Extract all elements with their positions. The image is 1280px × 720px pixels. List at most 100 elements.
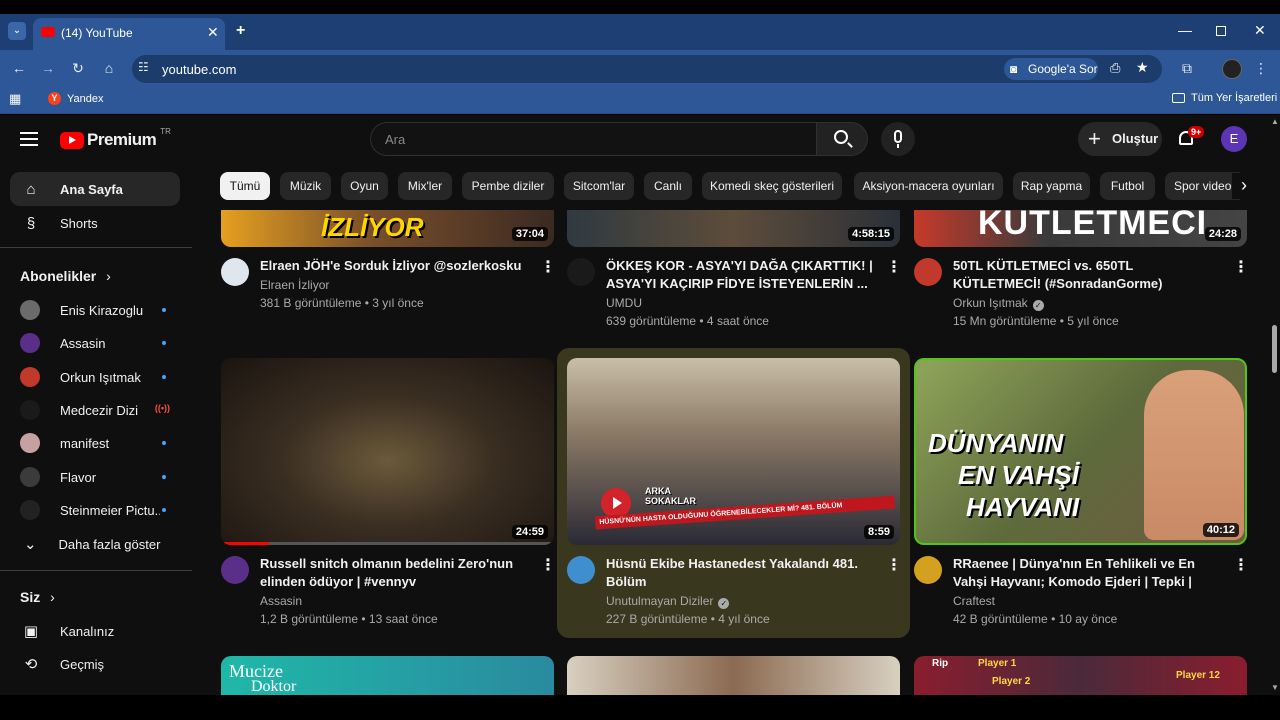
video-title[interactable]: ÖKKEŞ KOR - ASYA'YI DAĞA ÇIKARTTIK! | AS… <box>606 257 876 293</box>
video-thumbnail[interactable]: 24:59 <box>221 358 554 545</box>
channel-name[interactable]: Unutulmayan Diziler ✓ <box>606 594 730 609</box>
site-info-icon[interactable]: ☷ <box>138 60 149 74</box>
filter-chip[interactable]: Spor video <box>1165 172 1240 200</box>
video-title[interactable]: Elraen JÖH'e Sorduk İzliyor @sozlerkosku <box>260 257 530 275</box>
forward-icon[interactable]: → <box>38 58 58 78</box>
filter-chip[interactable]: Komedi skeç gösterileri <box>702 172 842 200</box>
video-title[interactable]: Russell snitch olmanın bedelini Zero'nun… <box>260 555 530 591</box>
more-actions-icon[interactable]: ⋮ <box>540 260 556 276</box>
reactor-face <box>1144 370 1244 540</box>
filter-chip[interactable]: Pembe diziler <box>462 172 554 200</box>
video-meta: 227 B görüntüleme • 4 yıl önce <box>606 612 770 626</box>
more-actions-icon[interactable]: ⋮ <box>1233 558 1249 574</box>
thumb-text: Rip <box>932 658 949 669</box>
channel-avatar[interactable] <box>567 258 595 286</box>
sidebar-item-home[interactable]: ⌂ Ana Sayfa <box>10 172 180 206</box>
profile-avatar[interactable] <box>1222 59 1242 79</box>
scrollbar-thumb[interactable] <box>1272 325 1277 373</box>
reload-icon[interactable]: ↻ <box>68 58 88 78</box>
you-title: Siz <box>20 589 41 605</box>
video-thumbnail[interactable]: Rip Player 1 Player 2 Player 12 <box>914 656 1247 695</box>
logo-text: Premium <box>87 130 157 149</box>
restore-icon[interactable] <box>1216 26 1226 36</box>
sidebar-subscription-item[interactable]: Flavor <box>10 460 180 494</box>
window-close-icon[interactable]: ✕ <box>1254 22 1266 39</box>
sidebar-subscription-item[interactable]: manifest <box>10 426 180 460</box>
sidebar-item-your-channel[interactable]: ▣ Kanalınız <box>10 614 180 648</box>
hamburger-menu-icon[interactable] <box>20 128 38 150</box>
more-actions-icon[interactable]: ⋮ <box>540 558 556 574</box>
video-thumbnail[interactable]: Mucize Doktor <box>221 656 554 695</box>
channel-name[interactable]: Craftest <box>953 594 995 608</box>
new-tab-icon[interactable]: + <box>236 22 245 40</box>
notification-badge: 9+ <box>1188 126 1205 138</box>
sidebar-subscription-item[interactable]: Enis Kirazoglu <box>10 293 180 327</box>
channel-name[interactable]: UMDU <box>606 296 642 310</box>
sidebar-subscription-item[interactable]: Medcezir Dizi ((•)) <box>10 393 180 427</box>
youtube-logo[interactable]: Premium TR <box>60 127 171 151</box>
subscriptions-header[interactable]: Abonelikler › <box>20 268 111 284</box>
channel-name[interactable]: Orkun Işıtmak ✓ <box>953 296 1044 311</box>
more-actions-icon[interactable]: ⋮ <box>1233 260 1249 276</box>
bookmark-yandex[interactable]: Y Yandex <box>48 92 104 105</box>
install-app-icon[interactable]: ⎙ <box>1110 60 1120 76</box>
more-actions-icon[interactable]: ⋮ <box>886 558 902 574</box>
thumb-text-line3: HAYVANI <box>966 492 1080 522</box>
video-title[interactable]: 50TL KÜTLETMECİ vs. 650TL KÜTLETMECİ! (#… <box>953 257 1223 293</box>
channel-name[interactable]: Elraen İzliyor <box>260 278 329 292</box>
sidebar-shorts-label: Shorts <box>60 215 98 231</box>
notifications-button[interactable]: 9+ <box>1174 126 1205 152</box>
minimize-icon[interactable]: — <box>1178 22 1192 38</box>
browser-menu-icon[interactable]: ⋮ <box>1251 58 1271 78</box>
channel-avatar[interactable] <box>221 556 249 584</box>
sidebar-item-shorts[interactable]: § Shorts <box>10 206 180 240</box>
page-scrollbar[interactable]: ▲ ▼ <box>1268 115 1280 695</box>
sidebar-subscription-item[interactable]: Assasin <box>10 326 180 360</box>
channel-name[interactable]: Assasin <box>260 594 302 608</box>
filter-chip[interactable]: Müzik <box>280 172 331 200</box>
sidebar-subscription-item[interactable]: Orkun Işıtmak <box>10 360 180 394</box>
close-tab-icon[interactable]: ✕ <box>207 24 219 41</box>
channel-avatar[interactable] <box>914 556 942 584</box>
chips-next-button[interactable]: › <box>1232 173 1256 199</box>
video-thumbnail[interactable]: ARKA SOKAKLAR HÜSNÜ'NÜN HASTA OLDUĞUNU Ö… <box>567 358 900 545</box>
sidebar-subscription-item[interactable]: Steinmeier Pictu... <box>10 493 180 527</box>
ask-google-button[interactable]: ◙ Google'a Sor <box>1004 58 1098 80</box>
voice-search-button[interactable] <box>881 122 915 156</box>
video-thumbnail[interactable]: DÜNYANIN EN VAHŞİ HAYVANI 40:12 <box>914 358 1247 545</box>
filter-chip[interactable]: Rap yapma <box>1013 172 1090 200</box>
filter-chip[interactable]: Tümü <box>220 172 270 200</box>
search-input[interactable]: Ara <box>370 122 816 156</box>
all-bookmarks[interactable]: Tüm Yer İşaretleri <box>1172 92 1277 104</box>
filter-chip[interactable]: Mix'ler <box>398 172 452 200</box>
filter-chip[interactable]: Aksiyon-macera oyunları <box>854 172 1003 200</box>
scroll-up-icon[interactable]: ▲ <box>1271 117 1279 126</box>
you-header[interactable]: Siz › <box>20 589 55 605</box>
extensions-icon[interactable]: ⧉ <box>1177 58 1197 78</box>
filter-chip[interactable]: Sitcom'lar <box>564 172 634 200</box>
channel-avatar[interactable] <box>567 556 595 584</box>
back-icon[interactable]: ← <box>9 58 29 78</box>
filter-chip[interactable]: Futbol <box>1100 172 1155 200</box>
browser-tab[interactable]: (14) YouTube ✕ <box>33 18 225 50</box>
tab-search-icon[interactable]: ⌄ <box>8 22 26 40</box>
video-title[interactable]: Hüsnü Ekibe Hastanedest Yakalandı 481. B… <box>606 555 876 591</box>
video-title[interactable]: RRaenee | Dünya'nın En Tehlikeli ve En V… <box>953 555 1223 591</box>
account-avatar[interactable]: E <box>1221 126 1247 152</box>
sidebar-item-history[interactable]: ⟲ Geçmiş <box>10 647 180 681</box>
more-actions-icon[interactable]: ⋮ <box>886 260 902 276</box>
your-channel-label: Kanalınız <box>60 623 115 639</box>
filter-chip[interactable]: Oyun <box>341 172 388 200</box>
search-button[interactable] <box>816 122 868 156</box>
apps-grid-icon[interactable]: ▦ <box>9 91 21 107</box>
address-bar[interactable]: ☷ youtube.com ◙ Google'a Sor ⎙ ★ <box>132 55 1162 83</box>
home-icon[interactable]: ⌂ <box>99 58 119 78</box>
filter-chip[interactable]: Canlı <box>644 172 692 200</box>
video-thumbnail[interactable] <box>567 656 900 695</box>
channel-avatar[interactable] <box>914 258 942 286</box>
create-button[interactable]: + Oluştur <box>1078 122 1162 156</box>
channel-avatar[interactable] <box>221 258 249 286</box>
scroll-down-icon[interactable]: ▼ <box>1271 683 1279 692</box>
bookmark-star-icon[interactable]: ★ <box>1136 59 1149 76</box>
show-more-button[interactable]: ⌄ Daha fazla göster <box>10 527 180 561</box>
